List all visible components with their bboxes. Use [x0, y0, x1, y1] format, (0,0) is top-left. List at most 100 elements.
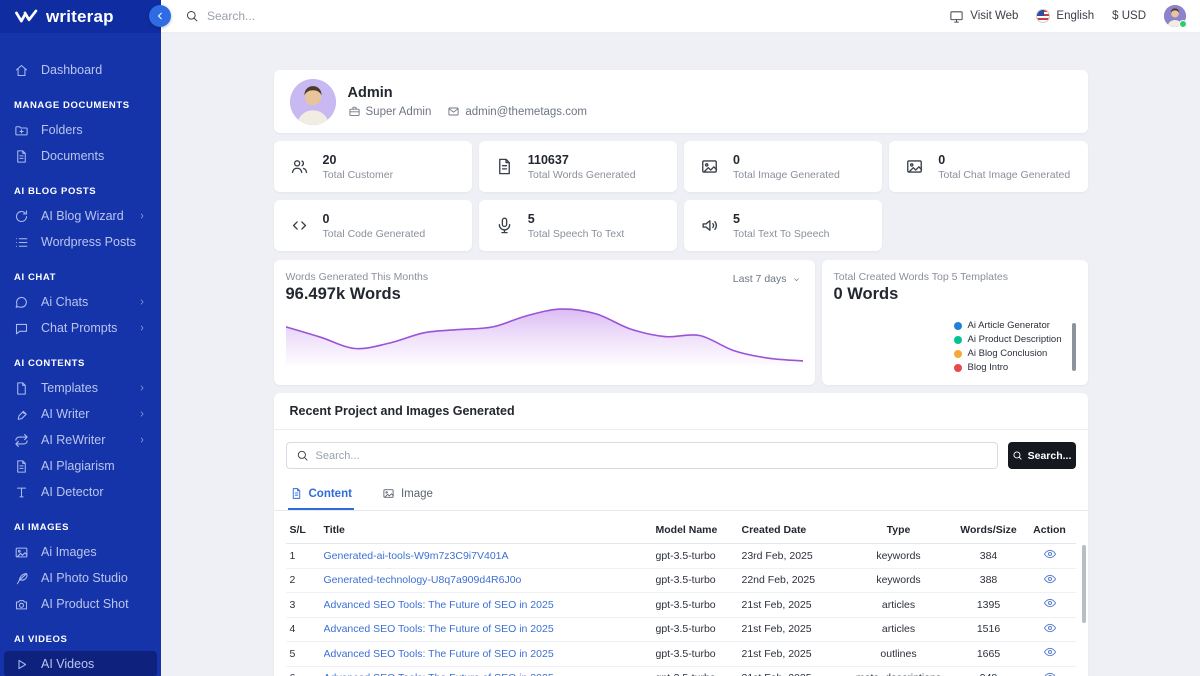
- sidebar-item-ai-chats[interactable]: Ai Chats: [0, 289, 161, 315]
- table-row: 6 Advanced SEO Tools: The Future of SEO …: [286, 666, 1076, 676]
- top-templates-chart-card: Total Created Words Top 5 Templates 0 Wo…: [822, 260, 1088, 385]
- sidebar-section-ai-contents: AI CONTENTS: [14, 358, 147, 369]
- legend-item: Ai Blog Conclusion: [954, 348, 1062, 359]
- eye-icon: [1043, 645, 1057, 659]
- sidebar-item-ai-images[interactable]: Ai Images: [0, 539, 161, 565]
- recent-tabs: Content Image: [274, 481, 1088, 511]
- sidebar-section-ai-videos: AI VIDEOS: [14, 634, 147, 645]
- eye-icon: [1043, 621, 1057, 635]
- tab-content[interactable]: Content: [288, 481, 354, 510]
- sidebar-item-ai-blog-wizard[interactable]: AI Blog Wizard: [0, 203, 161, 229]
- table-row: 5 Advanced SEO Tools: The Future of SEO …: [286, 642, 1076, 667]
- sidebar-item-ai-rewriter[interactable]: AI ReWriter: [0, 427, 161, 453]
- folder-icon: [14, 123, 29, 138]
- project-title-link[interactable]: Advanced SEO Tools: The Future of SEO in…: [324, 599, 648, 611]
- sidebar-section-ai-chat: AI CHAT: [14, 272, 147, 283]
- sidebar-item-wordpress-posts[interactable]: Wordpress Posts: [0, 229, 161, 255]
- global-search[interactable]: Search...: [185, 9, 949, 23]
- sidebar-item-ai-detector[interactable]: AI Detector: [0, 479, 161, 505]
- legend-dot: [954, 336, 962, 344]
- language-selector[interactable]: English: [1036, 9, 1094, 23]
- eye-icon: [1043, 572, 1057, 586]
- admin-profile-card: Admin Super Admin admin@themetags.com: [274, 70, 1088, 133]
- sidebar-item-chat-prompts[interactable]: Chat Prompts: [0, 315, 161, 341]
- view-action-button[interactable]: [1043, 596, 1057, 610]
- admin-role: Super Admin: [348, 105, 432, 118]
- document-icon: [495, 157, 514, 176]
- legend-scrollbar[interactable]: [1072, 323, 1076, 371]
- view-action-button[interactable]: [1043, 670, 1057, 676]
- sidebar-item-ai-photo-studio[interactable]: AI Photo Studio: [0, 565, 161, 591]
- words-area-chart: [286, 303, 803, 365]
- stat-total-code-generated: 0Total Code Generated: [274, 200, 472, 251]
- table-header-row: S/L Title Model Name Created Date Type W…: [286, 517, 1076, 544]
- image-icon: [700, 157, 719, 176]
- admin-avatar: [290, 79, 336, 125]
- sidebar-item-templates[interactable]: Templates: [0, 375, 161, 401]
- sidebar-item-label: AI Photo Studio: [41, 571, 147, 585]
- chevron-right-icon: [137, 323, 147, 333]
- view-action-button[interactable]: [1043, 621, 1057, 635]
- chevron-right-icon: [137, 297, 147, 307]
- words-chart-title: Words Generated This Months: [286, 271, 803, 283]
- logo[interactable]: writerap: [0, 0, 161, 33]
- chart-legend: Ai Article Generator Ai Product Descript…: [954, 320, 1062, 373]
- project-title-link[interactable]: Advanced SEO Tools: The Future of SEO in…: [324, 672, 648, 676]
- sidebar-item-folders[interactable]: Folders: [0, 117, 161, 143]
- table-search-field[interactable]: [286, 442, 998, 469]
- sidebar-item-ai-plagiarism[interactable]: AI Plagiarism: [0, 453, 161, 479]
- range-dropdown[interactable]: Last 7 days: [733, 273, 801, 285]
- table-search-input[interactable]: [316, 450, 988, 462]
- currency-selector[interactable]: $ USD: [1112, 10, 1146, 22]
- project-title-link[interactable]: Generated-technology-U8q7a909d4R6J0o: [324, 574, 648, 586]
- stat-total-customer: 20Total Customer: [274, 141, 472, 192]
- stat-total-text-to-speech: 5Total Text To Speech: [684, 200, 882, 251]
- stat-total-image-generated: 0Total Image Generated: [684, 141, 882, 192]
- stat-total-words-generated: 110637Total Words Generated: [479, 141, 677, 192]
- play-icon: [14, 657, 29, 672]
- chevron-down-icon: [792, 275, 801, 284]
- sidebar-item-ai-writer[interactable]: AI Writer: [0, 401, 161, 427]
- table-search-button[interactable]: Search...: [1008, 442, 1076, 469]
- sidebar-item-ai-product-shot[interactable]: AI Product Shot: [0, 591, 161, 617]
- repeat-icon: [14, 433, 29, 448]
- view-action-button[interactable]: [1043, 572, 1057, 586]
- table-scrollbar[interactable]: [1082, 545, 1086, 623]
- sidebar-item-dashboard[interactable]: Dashboard: [0, 57, 161, 83]
- templates-chart-value: 0 Words: [834, 285, 1076, 304]
- users-icon: [290, 157, 309, 176]
- table-row: 2 Generated-technology-U8q7a909d4R6J0o g…: [286, 568, 1076, 593]
- sidebar-collapse-button[interactable]: [149, 5, 171, 27]
- template-icon: [14, 381, 29, 396]
- visit-web-link[interactable]: Visit Web: [949, 9, 1018, 24]
- legend-dot: [954, 364, 962, 372]
- project-title-link[interactable]: Generated-ai-tools-W9m7z3C9i7V401A: [324, 550, 648, 562]
- sidebar-item-documents[interactable]: Documents: [0, 143, 161, 169]
- sidebar-item-label: Chat Prompts: [41, 321, 125, 335]
- templates-chart-title: Total Created Words Top 5 Templates: [834, 271, 1076, 283]
- view-action-button[interactable]: [1043, 645, 1057, 659]
- tab-image[interactable]: Image: [380, 481, 435, 510]
- words-generated-chart-card: Words Generated This Months 96.497k Word…: [274, 260, 815, 385]
- search-icon: [1012, 450, 1023, 461]
- sidebar-item-ai-videos[interactable]: AI Videos: [4, 651, 157, 676]
- speaker-icon: [700, 216, 719, 235]
- image-icon: [905, 157, 924, 176]
- project-title-link[interactable]: Advanced SEO Tools: The Future of SEO in…: [324, 623, 648, 635]
- user-avatar[interactable]: [1164, 5, 1186, 27]
- code-icon: [290, 216, 309, 235]
- legend-dot: [954, 350, 962, 358]
- global-search-placeholder: Search...: [207, 9, 255, 23]
- eye-icon: [1043, 596, 1057, 610]
- sidebar-item-label: AI Detector: [41, 485, 147, 499]
- project-title-link[interactable]: Advanced SEO Tools: The Future of SEO in…: [324, 648, 648, 660]
- recent-title: Recent Project and Images Generated: [274, 393, 1088, 430]
- refresh-icon: [14, 209, 29, 224]
- sidebar-section-ai-images: AI IMAGES: [14, 522, 147, 533]
- topbar: Search... Visit Web English $ USD: [161, 0, 1200, 33]
- recent-projects-card: Recent Project and Images Generated Sear…: [274, 393, 1088, 676]
- chevron-right-icon: [137, 211, 147, 221]
- sidebar-item-label: Dashboard: [41, 63, 147, 77]
- view-action-button[interactable]: [1043, 547, 1057, 561]
- sidebar-item-label: Wordpress Posts: [41, 235, 136, 249]
